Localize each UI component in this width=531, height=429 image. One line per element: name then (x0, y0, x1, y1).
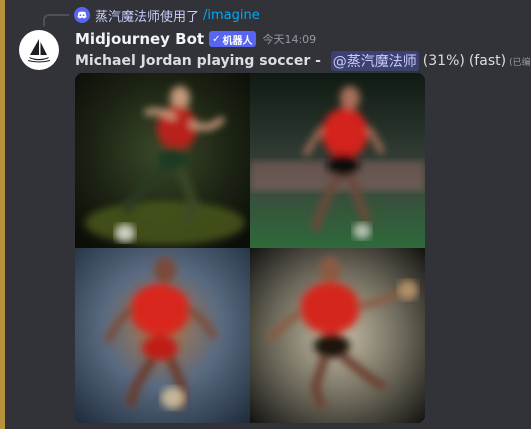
user-mention[interactable]: @蒸汽魔法师 (330, 51, 419, 71)
discord-icon (74, 7, 90, 23)
grid-image-1[interactable] (75, 73, 250, 248)
timestamp[interactable]: 今天14:09 (262, 31, 316, 47)
image-grid[interactable] (75, 73, 425, 423)
grid-image-3[interactable] (75, 248, 250, 423)
bot-badge: ✓ 机器人 (209, 31, 257, 47)
reply-connector (43, 14, 69, 26)
edited-marker: (已编辑) (509, 57, 531, 68)
check-icon: ✓ (212, 33, 221, 45)
bot-badge-label: 机器人 (222, 35, 253, 47)
highlight-bar (0, 0, 5, 429)
message-header: Midjourney Bot ✓ 机器人 今天14:09 (75, 28, 316, 50)
prompt-separator: - (310, 53, 326, 69)
message-content: Michael Jordan playing soccer - @蒸汽魔法师 (… (75, 50, 531, 72)
prompt-text: Michael Jordan playing soccer (75, 53, 311, 69)
generation-mode: (fast) (468, 53, 507, 69)
grid-image-4[interactable] (250, 248, 425, 423)
grid-image-2[interactable] (250, 73, 425, 248)
reply-context[interactable]: 蒸汽魔法师使用了 /imagine (74, 5, 260, 25)
progress-percent: (31%) (422, 53, 465, 69)
reply-username[interactable]: 蒸汽魔法师使用了 (95, 6, 199, 25)
midjourney-boat-icon (27, 39, 51, 63)
discord-message-view: 蒸汽魔法师使用了 /imagine Midjourney Bot ✓ 机器人 今… (0, 0, 531, 429)
reply-command[interactable]: /imagine (203, 8, 260, 23)
avatar[interactable] (19, 30, 59, 70)
author-name[interactable]: Midjourney Bot (75, 30, 204, 48)
